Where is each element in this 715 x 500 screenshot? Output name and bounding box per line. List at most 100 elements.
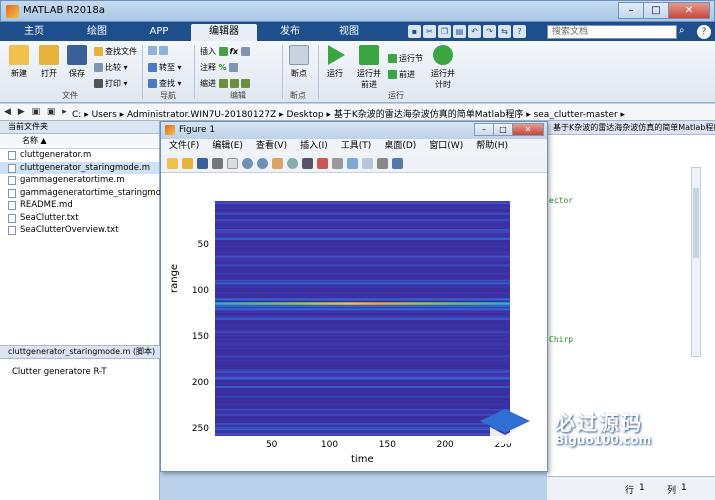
clutter-streak — [215, 230, 510, 232]
insert-button[interactable]: 插入 fx — [200, 46, 252, 57]
tab-apps[interactable]: APP — [131, 24, 187, 41]
heatmap-plot[interactable] — [215, 201, 510, 436]
path-breadcrumb[interactable]: C: ▸ Users ▸ Administrator.WIN7U-2018012… — [72, 107, 625, 120]
ribbon-tab-bar: 主页 绘图 APP 编辑器 发布 视图 ▪ ✂ ❐ ▤ ↶ ↷ ⇆ ? 搜索文档… — [0, 22, 715, 41]
hide-tools-icon[interactable] — [377, 158, 388, 169]
zoom-in-icon[interactable] — [242, 158, 253, 169]
clutter-streak — [215, 213, 510, 215]
print-figure-icon[interactable] — [212, 158, 223, 169]
new-figure-icon[interactable] — [167, 158, 178, 169]
tab-publish[interactable]: 发布 — [261, 24, 319, 41]
menu-desktop[interactable]: 桌面(D) — [384, 139, 416, 155]
nav-arrows[interactable] — [148, 46, 170, 55]
figure-maximize-button[interactable]: □ — [493, 123, 513, 136]
pointer-icon[interactable] — [227, 158, 238, 169]
clutter-streak — [215, 371, 510, 374]
graduation-cap-icon — [480, 409, 530, 444]
menu-insert[interactable]: 插入(I) — [300, 139, 328, 155]
nav-arrows-icon[interactable]: ◀ ▶ ▣ ▣ ▸ — [4, 107, 69, 117]
run-and-time-button[interactable]: 运行并计时 — [428, 45, 458, 90]
new-button[interactable]: 新建 — [6, 45, 32, 79]
compare-button[interactable]: 比较 ▾ — [94, 62, 128, 73]
colorbar-icon[interactable] — [347, 158, 358, 169]
clutter-streak — [215, 316, 510, 319]
clutter-streak — [215, 329, 510, 331]
file-item[interactable]: cluttgenerator_staringmode.m — [0, 161, 159, 174]
tab-home[interactable]: 主页 — [5, 24, 63, 41]
menu-edit[interactable]: 编辑(E) — [212, 139, 243, 155]
details-text: Clutter generatore R-T — [12, 367, 107, 377]
file-item[interactable]: SeaClutter.txt — [0, 212, 159, 225]
clutter-streak — [215, 426, 510, 429]
legend-icon[interactable] — [362, 158, 373, 169]
paste-icon[interactable]: ▤ — [453, 25, 466, 38]
file-item[interactable]: SeaClutterOverview.txt — [0, 224, 159, 237]
menu-view[interactable]: 查看(V) — [256, 139, 287, 155]
cut-icon[interactable]: ✂ — [423, 25, 436, 38]
menu-help[interactable]: 帮助(H) — [476, 139, 508, 155]
print-button[interactable]: 打印 ▾ — [94, 78, 128, 89]
file-item[interactable]: gammageneratortime.m — [0, 174, 159, 187]
floppy-icon — [67, 45, 87, 65]
maximize-button[interactable]: □ — [643, 2, 669, 19]
tab-plots[interactable]: 绘图 — [66, 24, 128, 41]
comment-button[interactable]: 注释 % — [200, 62, 240, 73]
open-button[interactable]: 打开 — [36, 45, 62, 79]
advance-icon — [388, 70, 397, 79]
save-quick-icon[interactable]: ▪ — [408, 25, 421, 38]
row-label: 行 — [625, 486, 635, 496]
undo-icon[interactable]: ↶ — [468, 25, 481, 38]
find-files-button[interactable]: 查找文件 — [94, 46, 137, 57]
copy-icon[interactable]: ❐ — [438, 25, 451, 38]
title-bar: MATLAB R2018a – □ ✕ — [0, 0, 715, 22]
address-bar[interactable]: ◀ ▶ ▣ ▣ ▸ C: ▸ Users ▸ Administrator.WIN… — [0, 104, 715, 121]
clutter-streak — [215, 234, 510, 237]
tab-editor[interactable]: 编辑器 — [191, 24, 257, 41]
pan-icon[interactable] — [272, 158, 283, 169]
open-file-icon[interactable] — [182, 158, 193, 169]
help-quick-icon[interactable]: ? — [513, 25, 526, 38]
figure-close-button[interactable]: ✕ — [512, 123, 544, 136]
data-cursor-icon[interactable] — [302, 158, 313, 169]
file-item[interactable]: cluttgenerator.m — [0, 149, 159, 162]
show-tools-icon[interactable] — [392, 158, 403, 169]
editor-tab-header[interactable]: 基于K杂波的雷达海杂波仿真的简单Matlab程序\sea_clutter-mas… — [547, 121, 715, 135]
run-time-icon — [433, 45, 453, 65]
goto-button[interactable]: 转至 ▾ — [148, 62, 182, 73]
help-icon[interactable]: ? — [697, 25, 711, 39]
close-button[interactable]: ✕ — [668, 2, 710, 19]
figure-minimize-button[interactable]: – — [474, 123, 494, 136]
find-button[interactable]: 查找 ▾ — [148, 78, 182, 89]
editor-scrollbar[interactable] — [691, 167, 701, 357]
file-item[interactable]: gammageneratortime_staringmode.m — [0, 187, 183, 200]
save-figure-icon[interactable] — [197, 158, 208, 169]
redo-icon[interactable]: ↷ — [483, 25, 496, 38]
search-icon[interactable]: ⌕ — [679, 25, 693, 39]
breakpoints-button[interactable]: 断点 — [286, 45, 312, 79]
clutter-streak — [215, 331, 510, 333]
run-section-button[interactable]: 运行节 — [388, 53, 423, 64]
y-tick-label: 50 — [197, 240, 209, 251]
link-icon[interactable] — [332, 158, 343, 169]
name-column-header[interactable]: 名称 ▲ — [0, 134, 159, 149]
rotate-icon[interactable] — [287, 158, 298, 169]
save-button[interactable]: 保存 — [64, 45, 90, 79]
run-and-advance-button[interactable]: 运行并前进 — [354, 45, 384, 90]
figure-title-bar[interactable]: Figure 1 – □ ✕ — [161, 122, 547, 139]
menu-window[interactable]: 窗口(W) — [429, 139, 463, 155]
indent-button[interactable]: 缩进 — [200, 78, 252, 89]
search-input[interactable]: 搜索文档 — [547, 25, 677, 39]
run-button[interactable]: 运行 — [322, 45, 348, 79]
scroll-thumb[interactable] — [693, 188, 699, 258]
clutter-streak — [215, 201, 510, 203]
menu-file[interactable]: 文件(F) — [169, 139, 199, 155]
file-item[interactable]: README.md — [0, 199, 159, 212]
brush-icon[interactable] — [317, 158, 328, 169]
tab-view[interactable]: 视图 — [323, 24, 375, 41]
menu-tools[interactable]: 工具(T) — [341, 139, 372, 155]
minimize-button[interactable]: – — [618, 2, 644, 19]
advance-button[interactable]: 前进 — [388, 69, 415, 80]
clutter-streak — [215, 378, 510, 380]
zoom-out-icon[interactable] — [257, 158, 268, 169]
switch-icon[interactable]: ⇆ — [498, 25, 511, 38]
